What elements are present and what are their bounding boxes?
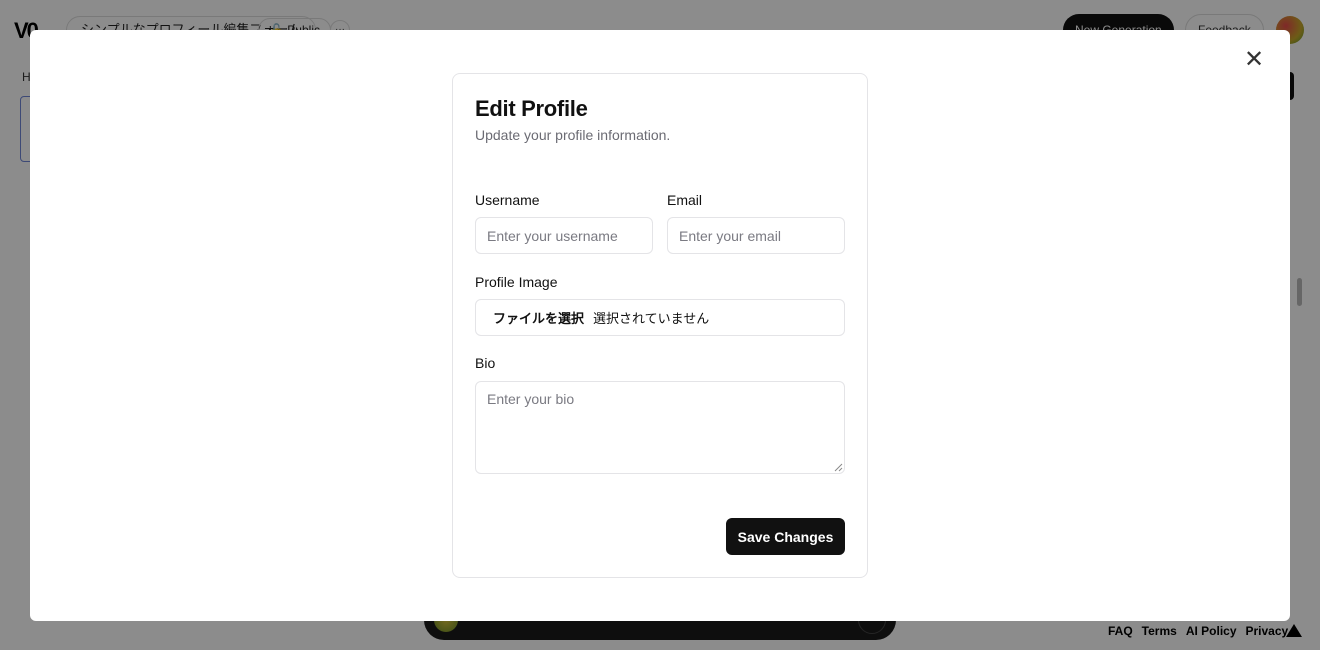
preview-modal: ✕ Edit Profile Update your profile infor… xyxy=(30,30,1290,621)
card-subtitle: Update your profile information. xyxy=(475,127,671,143)
close-button[interactable]: ✕ xyxy=(1242,48,1266,72)
bio-textarea[interactable] xyxy=(475,381,845,474)
username-input[interactable] xyxy=(475,217,653,254)
profile-image-file-input[interactable]: ファイルを選択 選択されていません xyxy=(475,299,845,336)
save-changes-button[interactable]: Save Changes xyxy=(726,518,845,555)
card-title: Edit Profile xyxy=(475,96,588,121)
resize-handle-icon[interactable] xyxy=(834,463,843,472)
email-label: Email xyxy=(667,192,703,208)
username-label: Username xyxy=(475,192,540,208)
choose-file-button[interactable]: ファイルを選択 xyxy=(493,308,584,327)
profile-image-label: Profile Image xyxy=(475,274,558,290)
bio-label: Bio xyxy=(475,355,496,371)
edit-profile-card: Edit Profile Update your profile informa… xyxy=(452,73,868,578)
close-icon: ✕ xyxy=(1243,46,1265,73)
file-status-text: 選択されていません xyxy=(593,311,710,326)
email-input[interactable] xyxy=(667,217,845,254)
